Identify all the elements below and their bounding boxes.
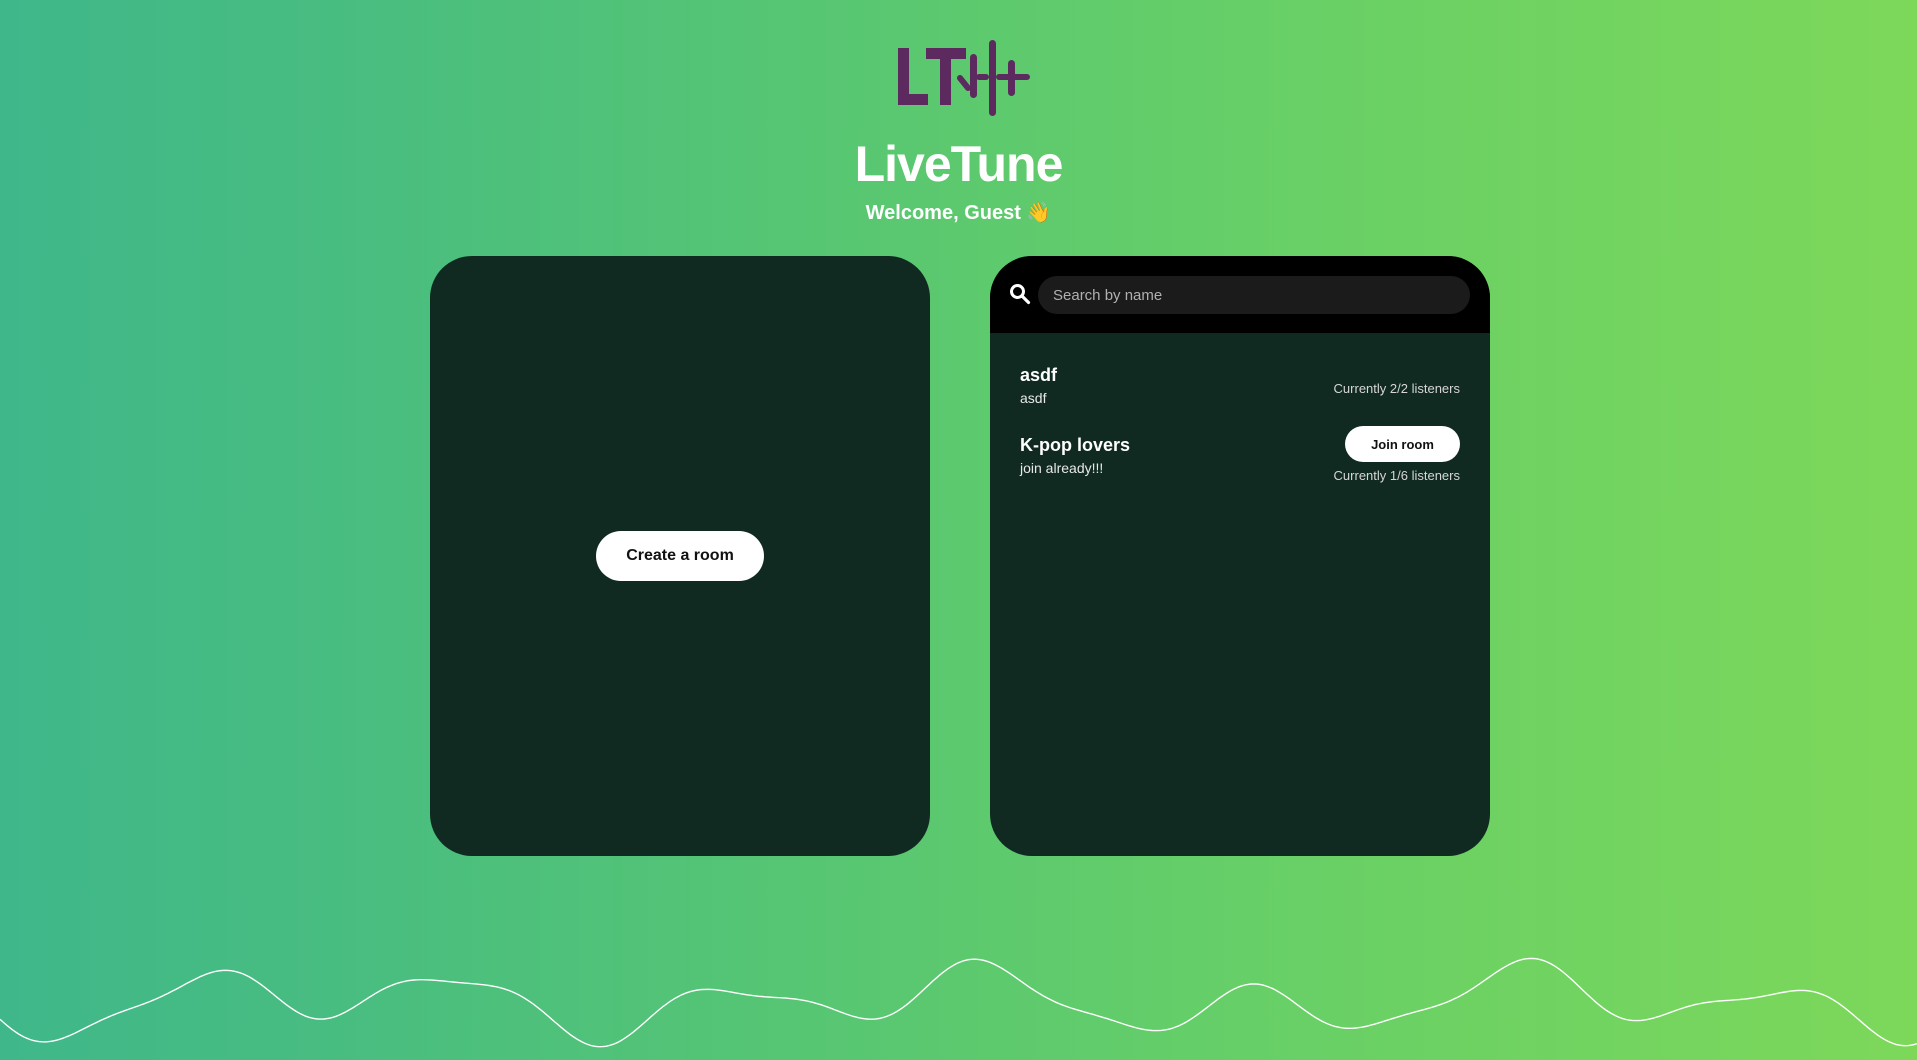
room-name: K-pop lovers <box>1020 435 1131 455</box>
create-room-button[interactable]: Create a room <box>596 531 764 581</box>
room-description: join already!!! <box>1020 460 1104 476</box>
room-name: asdf <box>1020 365 1058 385</box>
search-icon[interactable] <box>1009 283 1031 305</box>
join-room-button[interactable]: Join room <box>1345 426 1460 462</box>
livetune-logo <box>898 40 1030 116</box>
welcome-message: Welcome, Guest 👋 <box>865 202 1052 224</box>
create-room-panel: Create a room <box>430 256 930 856</box>
search-input[interactable] <box>1038 276 1470 314</box>
room-listener-count: Currently 2/2 listeners <box>1333 381 1460 396</box>
room-list-panel: asdf asdf Currently 2/2 listeners K-pop … <box>990 256 1490 856</box>
decorative-sound-wave <box>0 957 1917 1048</box>
room-listener-count: Currently 1/6 listeners <box>1333 468 1460 483</box>
room-description: asdf <box>1020 390 1047 406</box>
search-bar <box>990 256 1490 333</box>
app-title: LiveTune <box>854 136 1064 192</box>
